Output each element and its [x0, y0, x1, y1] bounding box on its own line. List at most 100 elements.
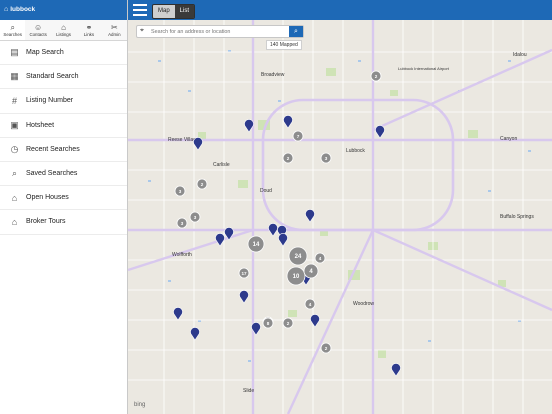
view-toggle: Map List — [152, 4, 196, 19]
listing-pin[interactable] — [215, 233, 225, 247]
label-airport: Lubbock International Airport — [398, 66, 450, 71]
tab-listings[interactable]: ⌂ Listings — [51, 20, 76, 40]
listing-pin[interactable] — [239, 290, 249, 304]
map-canvas[interactable]: Lubbock Reese Village Carlisle Wolfforth… — [128, 20, 552, 414]
label-canyon: Canyon — [500, 136, 517, 142]
label-wolfforth: Wolfforth — [172, 252, 192, 258]
address-search-bar: ⌖ ⌕ — [136, 25, 304, 38]
tour-icon: ⌂ — [11, 216, 18, 227]
tools-icon: ✂ — [110, 22, 118, 32]
menu-label: Standard Search — [26, 73, 79, 81]
cluster-marker[interactable]: 2 — [320, 342, 332, 354]
cluster-count: 3 — [179, 189, 182, 194]
tab-admin[interactable]: ✂ Admin — [102, 20, 127, 40]
cluster-marker[interactable]: 24 — [288, 246, 308, 266]
menu-label: Listing Number — [26, 97, 74, 105]
listing-pin[interactable] — [375, 125, 385, 139]
tab-contacts[interactable]: ☺ Contacts — [25, 20, 50, 40]
label-woodrow: Woodrow — [353, 301, 374, 307]
binoculars-icon: ⌕ — [10, 22, 15, 32]
cluster-count: 8 — [267, 321, 270, 326]
cluster-marker[interactable]: 3 — [189, 211, 201, 223]
tab-searches[interactable]: ⌕ Searches — [0, 20, 26, 40]
parks — [198, 68, 506, 358]
tab-label: Admin — [108, 31, 121, 37]
cluster-count: 17 — [241, 271, 247, 276]
hamburger-menu-icon[interactable] — [133, 4, 147, 16]
listing-pin[interactable] — [283, 115, 293, 129]
label-lubbock: Lubbock — [346, 148, 365, 154]
cluster-count: 3 — [181, 221, 184, 226]
house-icon: ⌂ — [11, 192, 18, 203]
listing-pin[interactable] — [190, 327, 200, 341]
listing-pin[interactable] — [278, 233, 288, 247]
listing-pin[interactable] — [173, 307, 183, 321]
tab-label: Contacts — [29, 31, 47, 37]
listing-pin[interactable] — [310, 314, 320, 328]
menu-recent-searches[interactable]: ◷ Recent Searches — [0, 138, 127, 162]
cluster-marker[interactable]: 7 — [292, 130, 304, 142]
bing-logo: bing — [134, 402, 146, 408]
tab-links[interactable]: ⚭ Links — [76, 20, 101, 40]
menu-label: Recent Searches — [26, 145, 80, 153]
cluster-marker[interactable]: 3 — [176, 217, 188, 229]
search-icon[interactable]: ⌕ — [289, 26, 303, 37]
map-panel[interactable]: Lubbock Reese Village Carlisle Wolfforth… — [128, 0, 552, 414]
menu-listing-number[interactable]: # Listing Number — [0, 89, 127, 114]
cluster-marker[interactable]: 2 — [282, 317, 294, 329]
cluster-count: 7 — [297, 134, 300, 139]
menu-standard-search[interactable]: ▦ Standard Search — [0, 65, 127, 90]
home-icon[interactable]: ⌂ — [4, 0, 8, 20]
cluster-markers[interactable]: 27233233142441710442228 — [174, 70, 382, 354]
tab-label: Listings — [56, 31, 71, 37]
label-slide: Slide — [243, 388, 254, 394]
cluster-marker[interactable]: 10 — [286, 266, 306, 286]
map-toolbar: Map List — [128, 0, 552, 20]
cluster-count: 4 — [319, 256, 322, 261]
cluster-marker[interactable]: 8 — [262, 317, 274, 329]
menu-saved-searches[interactable]: ⌕ Saved Searches — [0, 162, 127, 187]
cluster-count: 2 — [201, 182, 204, 187]
tab-label: Searches — [3, 31, 22, 37]
cluster-count: 3 — [325, 156, 328, 161]
contacts-icon: ☺ — [34, 22, 43, 32]
cluster-marker[interactable]: 4 — [304, 298, 316, 310]
list-view-button[interactable]: List — [174, 5, 195, 18]
menu-hotsheet[interactable]: ▣ Hotsheet — [0, 114, 127, 138]
location-pin-icon[interactable]: ⌖ — [140, 27, 144, 35]
cluster-marker[interactable]: 3 — [174, 185, 186, 197]
cluster-marker[interactable]: 17 — [238, 267, 250, 279]
mapped-count-badge: 140 Mapped — [266, 40, 302, 50]
water — [148, 50, 531, 362]
menu-broker-tours[interactable]: ⌂ Broker Tours — [0, 210, 127, 235]
cluster-count: 10 — [293, 274, 300, 280]
map-view-button[interactable]: Map — [153, 5, 175, 18]
menu-open-houses[interactable]: ⌂ Open Houses — [0, 186, 127, 211]
cluster-marker[interactable]: 2 — [282, 152, 294, 164]
cluster-count: 14 — [253, 242, 260, 248]
tab-bar: ⌕ Searches ☺ Contacts ⌂ Listings ⚭ Links ✂ Ad… — [0, 20, 127, 41]
listing-pin[interactable] — [268, 223, 278, 237]
address-search-input[interactable] — [151, 27, 286, 36]
cluster-marker[interactable]: 14 — [247, 235, 265, 253]
menu-map-search[interactable]: ▤ Map Search — [0, 41, 127, 66]
label-doud: Doud — [260, 188, 272, 194]
menu-label: Open Houses — [26, 194, 69, 202]
menu-label: Map Search — [26, 49, 64, 57]
cluster-marker[interactable]: 3 — [320, 152, 332, 164]
cluster-count: 3 — [194, 215, 197, 220]
listing-pin[interactable] — [391, 363, 401, 377]
menu-label: Broker Tours — [26, 218, 66, 226]
cluster-marker[interactable]: 2 — [370, 70, 382, 82]
label-broadview: Broadview — [261, 72, 285, 78]
listing-pin[interactable] — [193, 137, 203, 151]
label-idalou: Idalou — [513, 52, 527, 58]
cluster-count: 2 — [325, 346, 328, 351]
tab-label: Links — [83, 31, 95, 37]
hash-icon: # — [11, 95, 17, 106]
cluster-marker[interactable]: 4 — [303, 263, 319, 279]
link-icon: ⚭ — [85, 22, 93, 32]
cluster-marker[interactable]: 2 — [196, 178, 208, 190]
form-search-icon: ▦ — [10, 71, 19, 82]
cluster-marker[interactable]: 4 — [314, 252, 326, 264]
